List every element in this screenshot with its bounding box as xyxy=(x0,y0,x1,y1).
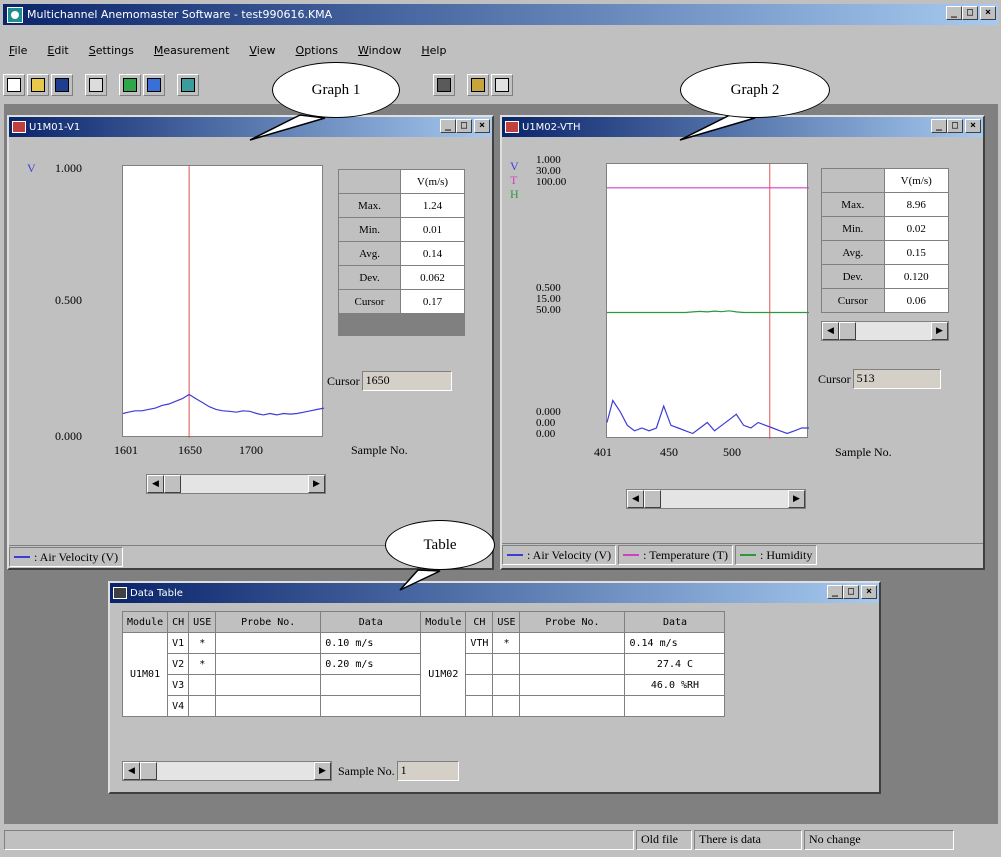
app-window: Multichannel Anemomaster Software - test… xyxy=(0,0,1001,857)
callout-graph2: Graph 2 xyxy=(680,62,830,118)
callout-table: Table xyxy=(385,520,495,570)
callout-graph1: Graph 1 xyxy=(272,62,400,118)
callout-tails xyxy=(249,114,756,591)
